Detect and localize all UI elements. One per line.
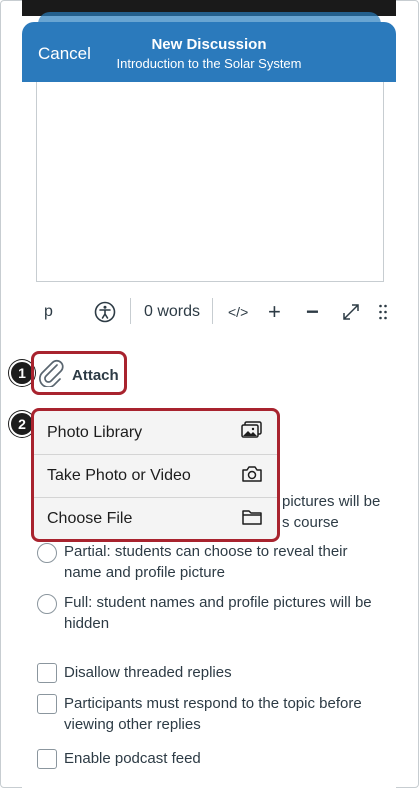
option-partial-text: name and profile picture [64,564,225,581]
menu-item-label: Photo Library [47,423,143,441]
accessibility-icon[interactable] [94,296,116,328]
checkbox-label-podcast-feed: Enable podcast feed [64,750,201,767]
checkbox-disallow-threaded[interactable] [37,663,57,683]
checkbox-label-must-respond: viewing other replies [64,716,201,733]
fullscreen-icon[interactable] [342,296,360,328]
modal-title: New Discussion [151,36,267,53]
camera-icon [241,465,263,488]
menu-item-photo-library[interactable]: Photo Library [34,411,277,454]
rich-content-editor[interactable] [36,82,384,282]
option-off-text-partial: s course [282,514,339,531]
attach-label: Attach [72,367,119,384]
checkbox-label-must-respond: Participants must respond to the topic b… [64,695,362,712]
checkbox-podcast-feed[interactable] [37,749,57,769]
code-view-icon[interactable]: </> [228,296,248,328]
modal-header: Cancel New Discussion Introduction to th… [22,22,396,82]
editor-status-bar: p 0 words </> + − [36,296,396,328]
radio-partial[interactable] [37,543,57,563]
menu-item-label: Take Photo or Video [47,467,191,484]
attach-button[interactable]: Attach [31,351,127,395]
option-partial-text: Partial: students can choose to reveal t… [64,543,348,560]
more-vertical-icon[interactable] [378,296,388,328]
checkbox-label-disallow-threaded: Disallow threaded replies [64,664,232,681]
paragraph-indicator[interactable]: p [44,296,53,328]
menu-item-choose-file[interactable]: Choose File [34,497,277,539]
modal-subtitle: Introduction to the Solar System [116,56,302,71]
option-off-text-partial: pictures will be [282,493,381,510]
word-count: 0 words [144,303,201,320]
photo-library-icon [241,421,263,444]
option-full-text: Full: student names and profile pictures… [64,594,372,611]
attach-options-menu: Photo Library Take Photo or Video Choose… [31,408,280,542]
menu-item-label: Choose File [47,510,133,527]
zoom-out-icon[interactable]: − [306,296,319,328]
paperclip-icon [38,359,66,392]
radio-full[interactable] [37,594,57,614]
option-full-text: hidden [64,615,110,632]
checkbox-must-respond[interactable] [37,694,57,714]
zoom-in-icon[interactable]: + [268,296,281,328]
toolbar-divider [130,298,131,324]
toolbar-divider [212,298,213,324]
folder-icon [241,508,263,531]
menu-item-take-photo[interactable]: Take Photo or Video [34,454,277,497]
